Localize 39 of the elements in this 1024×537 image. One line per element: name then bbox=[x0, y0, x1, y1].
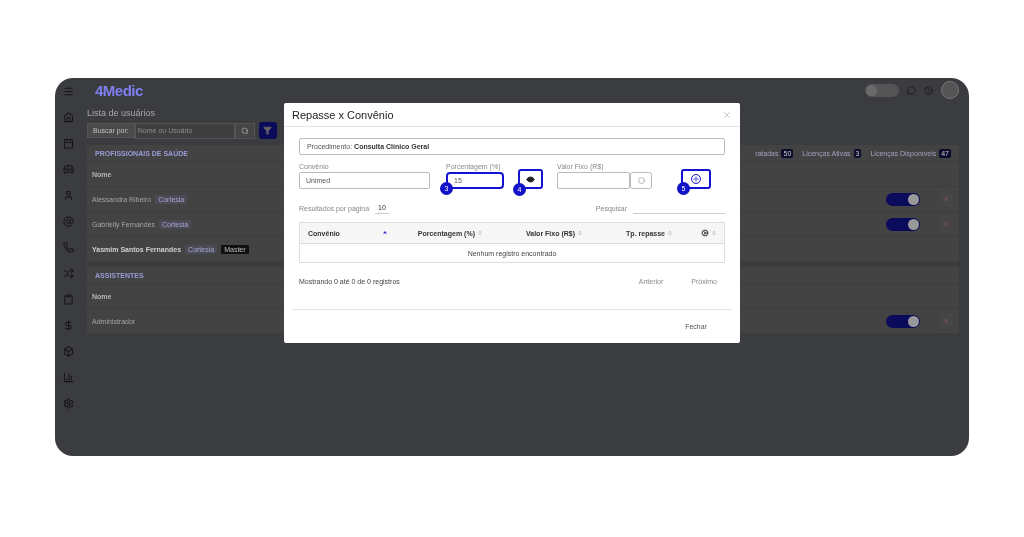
eye-icon bbox=[526, 174, 535, 184]
theme-toggle[interactable] bbox=[865, 83, 899, 97]
filter-button[interactable] bbox=[258, 122, 277, 139]
chat-icon[interactable] bbox=[907, 85, 916, 95]
help-icon[interactable] bbox=[924, 85, 933, 95]
toggle-switch[interactable] bbox=[886, 217, 920, 231]
toggle-button[interactable] bbox=[518, 169, 543, 189]
clipboard-icon[interactable] bbox=[62, 294, 74, 305]
menu-icon[interactable] bbox=[62, 86, 74, 97]
at-sign-icon[interactable] bbox=[62, 216, 74, 227]
add-button[interactable] bbox=[681, 169, 711, 189]
circle-icon bbox=[637, 177, 645, 184]
plus-icon bbox=[691, 174, 701, 184]
circle-button[interactable] bbox=[630, 172, 652, 189]
page-title: Lista de usuários bbox=[87, 108, 156, 118]
logo: 4Medic bbox=[95, 81, 143, 99]
close-icon bbox=[942, 317, 950, 325]
modal-title: Repasse x Convênio bbox=[292, 108, 395, 121]
dollar-icon[interactable] bbox=[62, 320, 74, 331]
fixed-value-field[interactable] bbox=[557, 172, 630, 189]
sort-icon[interactable] bbox=[383, 230, 387, 236]
calendar-icon[interactable] bbox=[62, 138, 74, 149]
home-icon[interactable] bbox=[62, 112, 74, 123]
phone-icon[interactable] bbox=[62, 242, 74, 253]
search-button[interactable] bbox=[234, 122, 255, 139]
user-icon[interactable] bbox=[62, 190, 74, 201]
settings-icon[interactable] bbox=[62, 398, 74, 409]
sofa-icon[interactable] bbox=[62, 164, 74, 175]
shuffle-icon[interactable] bbox=[62, 268, 74, 279]
filter-icon bbox=[263, 126, 273, 135]
toggle-switch[interactable] bbox=[886, 192, 920, 206]
bar-chart-icon[interactable] bbox=[62, 372, 74, 383]
search-icon bbox=[240, 126, 249, 135]
close-icon[interactable] bbox=[722, 109, 732, 120]
box-icon[interactable] bbox=[62, 346, 74, 357]
toggle-switch[interactable] bbox=[886, 314, 920, 328]
close-icon bbox=[942, 195, 950, 203]
avatar[interactable] bbox=[941, 81, 959, 99]
close-icon bbox=[942, 220, 950, 228]
